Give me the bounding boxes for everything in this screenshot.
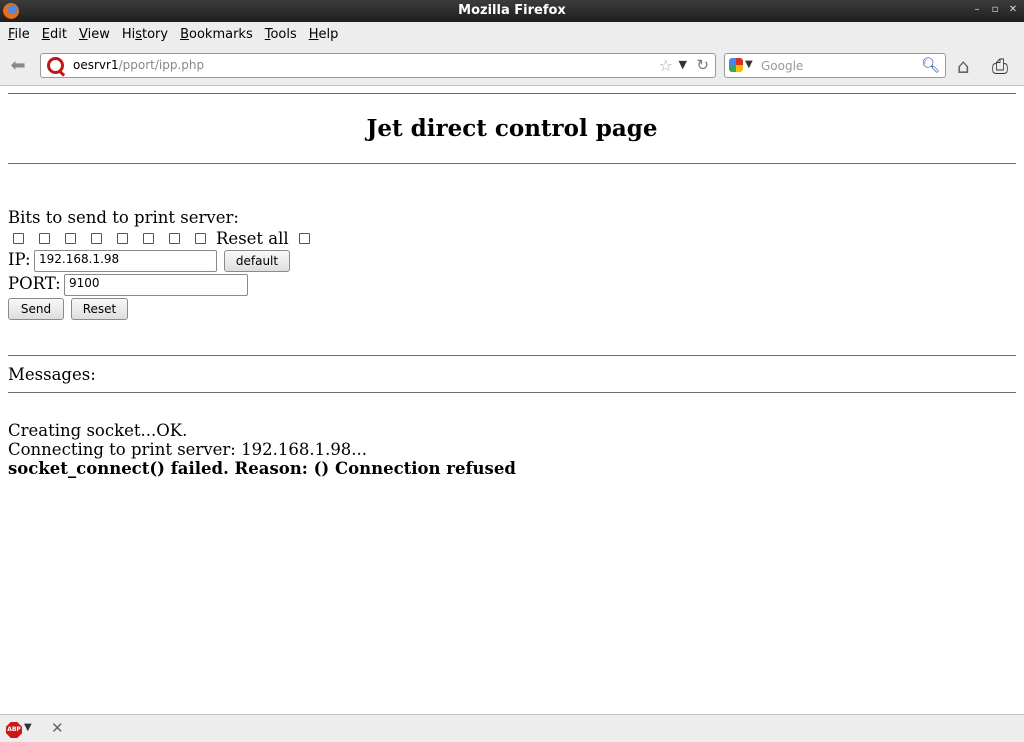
menu-history-key: s [135, 26, 142, 42]
print-icon[interactable]: ⎙ [992, 55, 1008, 77]
bit-checkbox-5[interactable] [117, 233, 128, 244]
status-bar: ABP ▼ ✕ [0, 714, 1024, 742]
menu-bar: File Edit View History Bookmarks Tools H… [0, 22, 1024, 46]
title-bar: Mozilla Firefox – ▫ ✕ [0, 0, 1024, 22]
menu-help-rest: elp [318, 26, 339, 42]
menu-bookmarks[interactable]: Bookmarks [174, 27, 259, 42]
menu-edit[interactable]: Edit [36, 27, 73, 42]
bit-checkbox-2[interactable] [39, 233, 50, 244]
url-host: oesrvr1 [73, 58, 119, 72]
close-window-icon[interactable]: ✕ [1008, 4, 1018, 16]
window-controls: – ▫ ✕ [972, 4, 1018, 16]
search-bar: ▼ 🔍︎ [724, 53, 946, 78]
search-magnifier-icon[interactable]: 🔍︎ [921, 56, 940, 74]
back-arrow-icon[interactable]: ⬅ [6, 55, 30, 77]
divider-messages-top [8, 355, 1016, 356]
divider-title [8, 163, 1016, 164]
menu-view-key: V [78, 26, 88, 42]
bits-label: Bits to send to print server: [8, 208, 239, 227]
menu-edit-rest: dit [50, 26, 67, 42]
reset-all-label: Reset all [216, 229, 289, 248]
menu-edit-key: E [41, 26, 50, 42]
menu-history-pre: Hi [121, 26, 136, 42]
port-input[interactable]: 9100 [64, 274, 248, 296]
divider-messages-bottom [8, 392, 1016, 393]
page-title: Jet direct control page [366, 115, 658, 142]
close-icon[interactable]: ✕ [51, 719, 64, 737]
send-button[interactable]: Send [8, 298, 64, 320]
home-icon[interactable]: ⌂ [957, 55, 970, 77]
messages-label: Messages: [8, 365, 96, 384]
bit-checkbox-8[interactable] [195, 233, 206, 244]
menu-help-key: H [308, 26, 319, 42]
bit-checkbox-3[interactable] [65, 233, 76, 244]
menu-bookmarks-rest: ookmarks [189, 26, 253, 42]
search-input[interactable] [759, 56, 919, 75]
error-message-line: socket_connect() failed. Reason: () Conn… [8, 459, 516, 478]
menu-view-rest: iew [87, 26, 110, 42]
divider-top [8, 93, 1016, 94]
search-engine-chevron-icon[interactable]: ▼ [745, 59, 753, 70]
window-title: Mozilla Firefox [458, 3, 566, 18]
maximize-icon[interactable]: ▫ [990, 4, 1000, 16]
bit-checkbox-4[interactable] [91, 233, 102, 244]
reload-icon[interactable]: ↻ [696, 56, 709, 74]
menu-file[interactable]: File [2, 27, 36, 42]
reset-button[interactable]: Reset [71, 298, 128, 320]
url-dropdown-chevron-icon[interactable]: ▼ [679, 58, 687, 71]
navigation-toolbar: ⬅ oesrvr1/pport/ipp.php ☆ ▼ ↻ ▼ 🔍︎ ⌂ ⎙ [0, 46, 1024, 86]
search-engine-google-icon[interactable] [729, 58, 743, 72]
menu-view[interactable]: View [73, 27, 116, 42]
adblock-plus-icon[interactable]: ABP [6, 722, 22, 738]
url-text[interactable]: oesrvr1/pport/ipp.php [73, 58, 204, 72]
menu-help[interactable]: Help [303, 27, 345, 42]
message-line: Creating socket...OK. [8, 421, 188, 440]
page-content: Jet direct control page Bits to send to … [0, 87, 1024, 714]
menu-tools-rest: ools [270, 26, 297, 42]
ip-label: IP: [8, 250, 31, 269]
menu-file-rest: ile [14, 26, 30, 42]
default-button[interactable]: default [224, 250, 290, 272]
minimize-icon[interactable]: – [972, 4, 982, 16]
adblock-dropdown-chevron-icon[interactable]: ▼ [24, 722, 32, 733]
message-line: Connecting to print server: 192.168.1.98… [8, 440, 368, 459]
url-bar[interactable]: oesrvr1/pport/ipp.php ☆ ▼ ↻ [40, 53, 716, 78]
bit-checkbox-6[interactable] [143, 233, 154, 244]
menu-bookmarks-key: B [180, 26, 190, 42]
site-favicon-icon [47, 57, 64, 74]
ip-input[interactable]: 192.168.1.98 [34, 250, 217, 272]
bit-checkbox-7[interactable] [169, 233, 180, 244]
menu-tools[interactable]: Tools [259, 27, 303, 42]
menu-history[interactable]: History [116, 27, 174, 42]
bookmark-star-icon[interactable]: ☆ [659, 56, 673, 75]
port-label: PORT: [8, 274, 61, 293]
bit-checkbox-1[interactable] [13, 233, 24, 244]
url-path: /pport/ipp.php [118, 58, 205, 72]
reset-all-checkbox[interactable] [299, 233, 310, 244]
menu-history-rest: tory [142, 26, 169, 42]
